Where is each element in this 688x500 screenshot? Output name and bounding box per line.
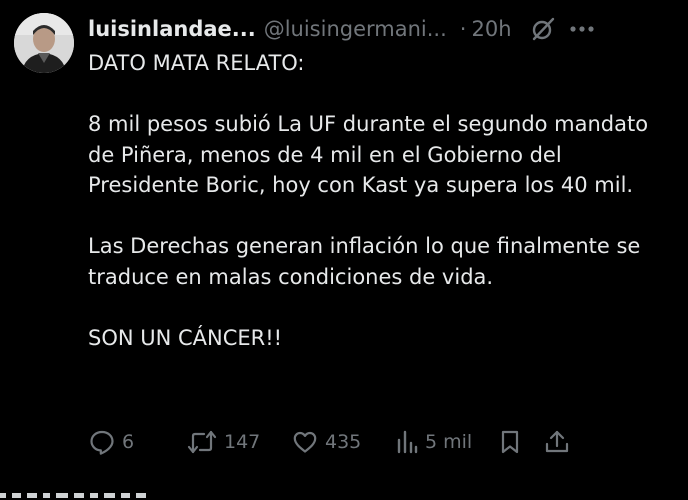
views-icon [395,428,419,456]
like-button[interactable]: 435 [291,426,361,458]
bookmark-icon [498,428,522,456]
tweet-paragraph: DATO MATA RELATO: [88,51,305,75]
user-avatar[interactable] [14,13,74,73]
share-button[interactable] [543,426,571,458]
reply-icon [88,428,116,456]
like-icon [291,428,319,456]
repost-button[interactable]: 147 [186,426,260,458]
user-handle[interactable]: @luisingermani... [264,17,447,41]
like-count: 435 [325,431,362,453]
bookmark-button[interactable] [498,426,522,458]
views-count: 5 mil [425,431,473,453]
grok-icon[interactable] [530,16,556,42]
display-name[interactable]: luisinlandae... [88,17,256,41]
views-button[interactable]: 5 mil [395,426,472,458]
next-tweet-fragment [0,488,688,500]
reply-button[interactable]: 6 [88,426,134,458]
tweet-paragraph: 8 mil pesos subió La UF durante el segun… [88,112,649,197]
more-icon[interactable] [569,16,595,42]
reply-count: 6 [122,431,135,453]
timestamp[interactable]: 20h [471,17,511,41]
separator-dot: · [459,17,467,41]
tweet-header: luisinlandae... @luisingermani... · 20h [88,12,678,46]
repost-icon [186,428,218,456]
tweet-paragraph: Las Derechas generan inflación lo que fi… [88,234,641,289]
tweet-text: DATO MATA RELATO: 8 mil pesos subió La U… [88,48,668,353]
action-bar: 6 147 435 5 mil [88,426,588,458]
tweet-paragraph: SON UN CÁNCER!! [88,325,283,350]
repost-count: 147 [224,431,261,453]
tweet[interactable]: luisinlandae... @luisingermani... · 20h … [0,0,688,500]
share-icon [543,428,571,456]
